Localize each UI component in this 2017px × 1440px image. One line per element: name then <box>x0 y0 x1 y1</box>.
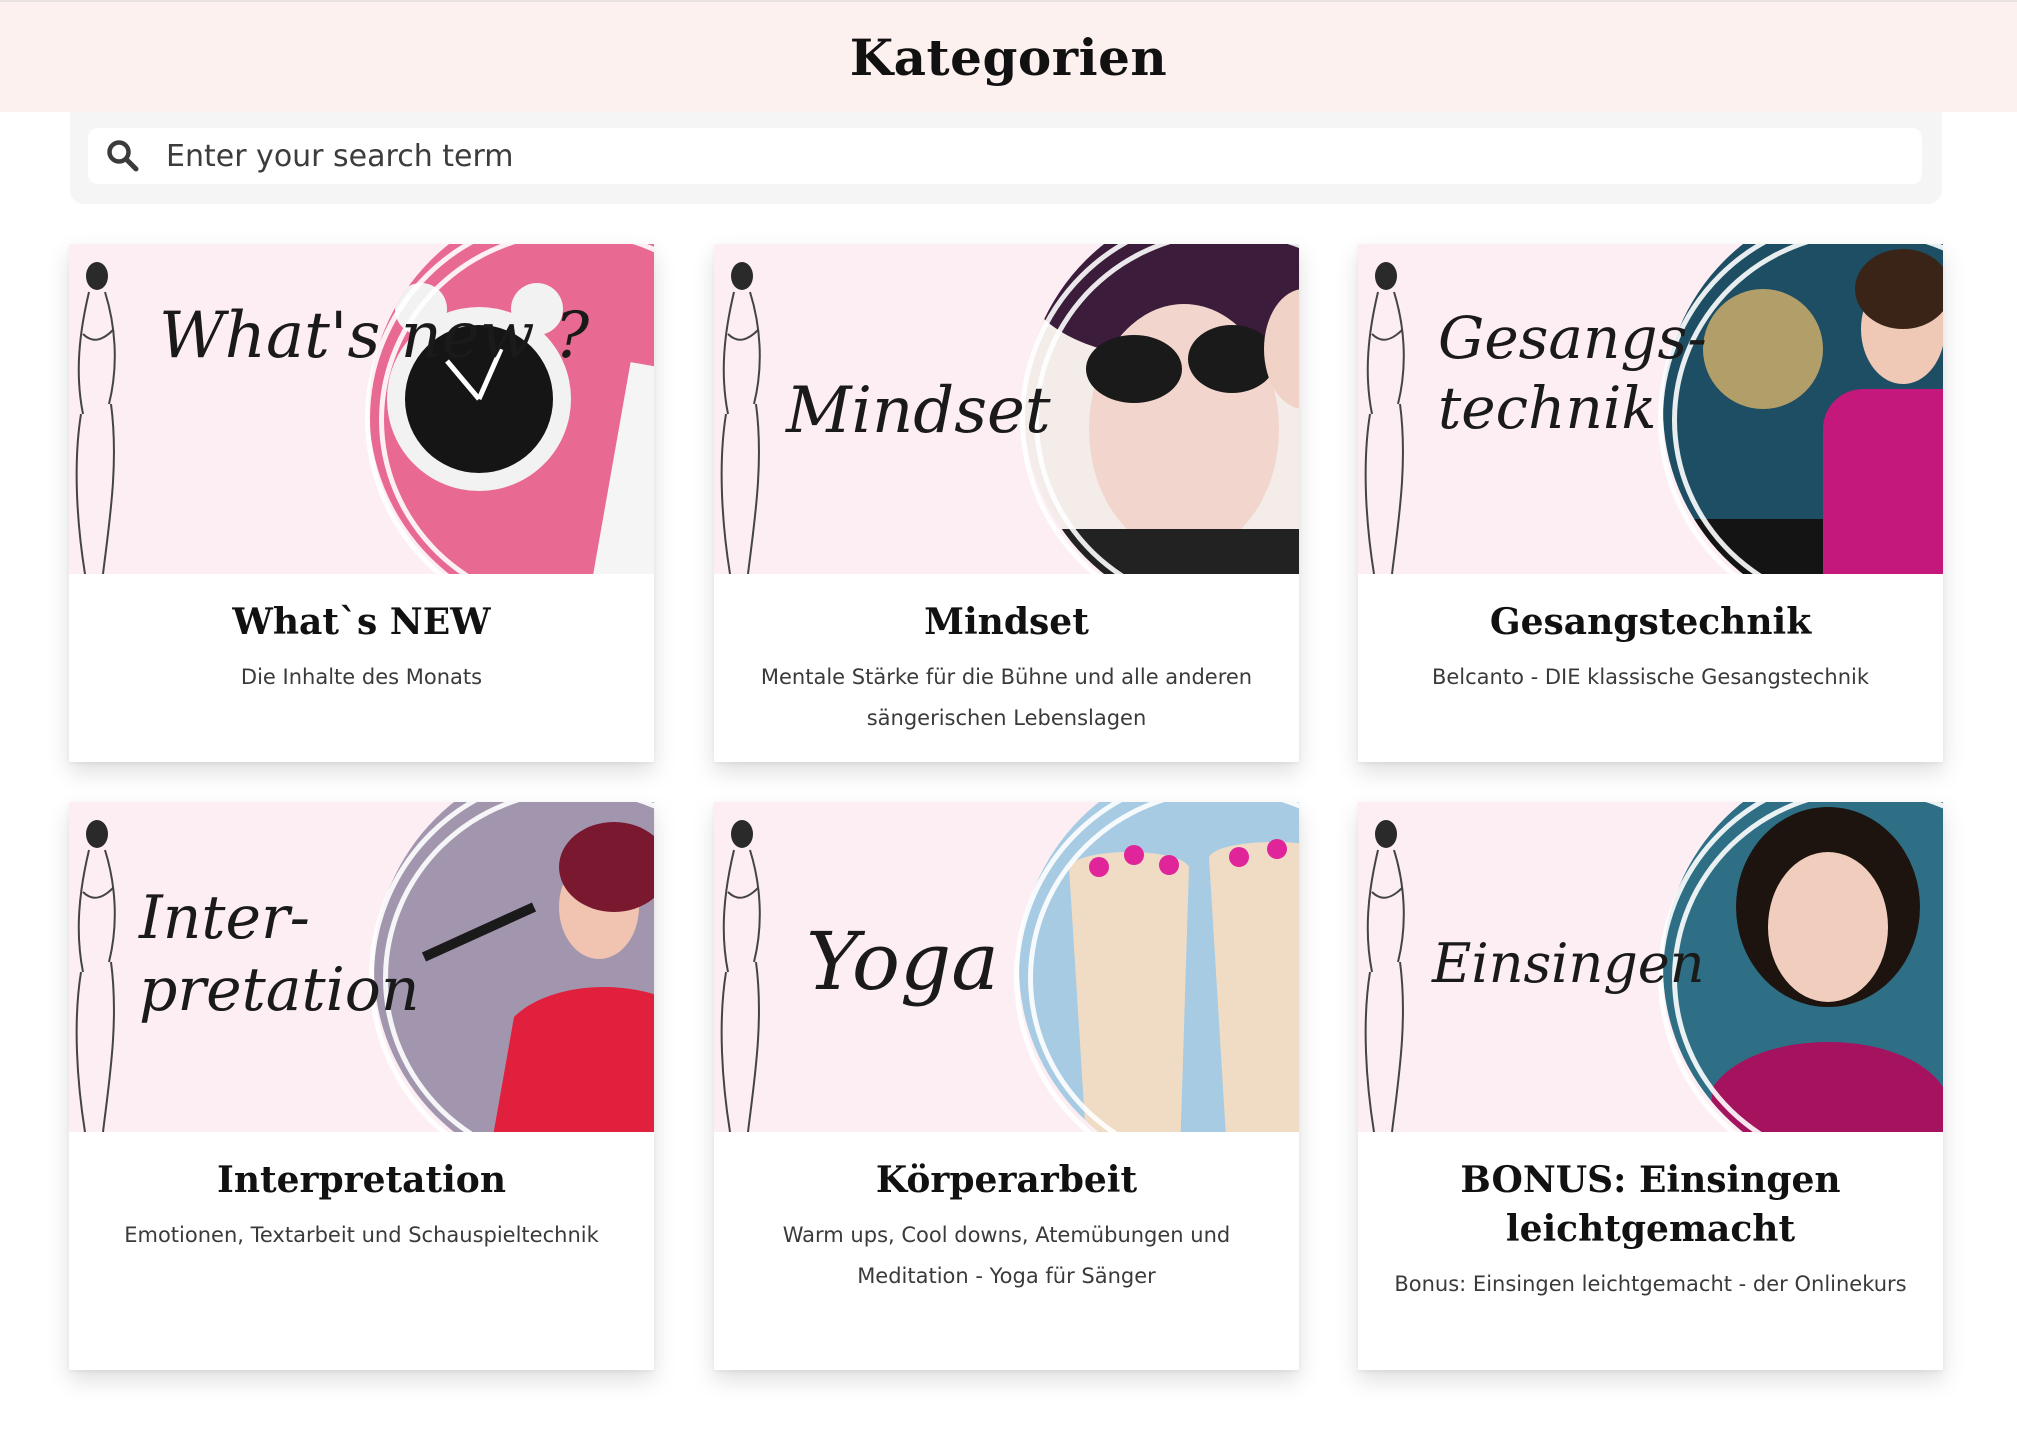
banner-script-text: Einsingen <box>1432 932 1705 995</box>
sketch-figure-icon <box>720 262 761 574</box>
search-icon[interactable] <box>106 139 140 173</box>
category-banner: Gesangs-technik <box>1358 244 1943 574</box>
category-title[interactable]: What`s NEW <box>93 598 630 647</box>
sketch-figure-icon <box>720 820 761 1132</box>
category-banner: Yoga <box>714 802 1299 1132</box>
category-title[interactable]: Körperarbeit <box>738 1156 1275 1205</box>
category-card-bonus-einsingen[interactable]: Einsingen BONUS: Einsingen leichtgemacht… <box>1358 802 1943 1370</box>
category-description: Emotionen, Textarbeit und Schauspieltech… <box>124 1223 599 1247</box>
banner-script-text: Gesangs-technik <box>1438 304 1707 442</box>
category-card-mindset[interactable]: Mindset Mindset Mentale Stärke für die B… <box>714 244 1299 762</box>
banner-script-text: Inter-pretation <box>139 883 420 1025</box>
sketch-figure-icon <box>75 262 116 574</box>
category-description: Warm ups, Cool downs, Atemübungen und Me… <box>782 1223 1231 1288</box>
category-description: Die Inhalte des Monats <box>240 665 483 689</box>
category-banner: Mindset <box>714 244 1299 574</box>
category-description: Belcanto - DIE klassische Gesangstechnik <box>1431 665 1870 689</box>
sketch-figure-icon <box>1364 820 1405 1132</box>
search-box[interactable] <box>88 128 1922 184</box>
banner-script-text: Yoga <box>806 915 999 1008</box>
category-card-interpretation[interactable]: Inter-pretation Interpretation Emotionen… <box>69 802 654 1370</box>
search-bar <box>70 112 1942 204</box>
sketch-figure-icon <box>75 820 116 1132</box>
category-description: Bonus: Einsingen leichtgemacht - der Onl… <box>1394 1272 1907 1296</box>
category-title[interactable]: BONUS: Einsingen leichtgemacht <box>1382 1156 1919 1254</box>
category-description: Mentale Stärke für die Bühne und alle an… <box>760 665 1253 730</box>
category-card-whats-new[interactable]: What's new ? What`s NEW Die Inhalte des … <box>69 244 654 762</box>
page-title: Kategorien <box>849 27 1168 87</box>
category-card-koerperarbeit[interactable]: Yoga Körperarbeit Warm ups, Cool downs, … <box>714 802 1299 1370</box>
banner-script-text: Mindset <box>786 374 1051 448</box>
category-banner: Einsingen <box>1358 802 1943 1132</box>
category-title[interactable]: Interpretation <box>93 1156 630 1205</box>
category-card-gesangstechnik[interactable]: Gesangs-technik Gesangstechnik Belcanto … <box>1358 244 1943 762</box>
banner-script-text: What's new ? <box>159 299 590 373</box>
category-banner: What's new ? <box>69 244 654 574</box>
category-banner: Inter-pretation <box>69 802 654 1132</box>
category-title[interactable]: Mindset <box>738 598 1275 647</box>
category-title[interactable]: Gesangstechnik <box>1382 598 1919 647</box>
sketch-figure-icon <box>1364 262 1405 574</box>
search-input[interactable] <box>166 131 1866 181</box>
page-header: Kategorien <box>0 0 2017 112</box>
